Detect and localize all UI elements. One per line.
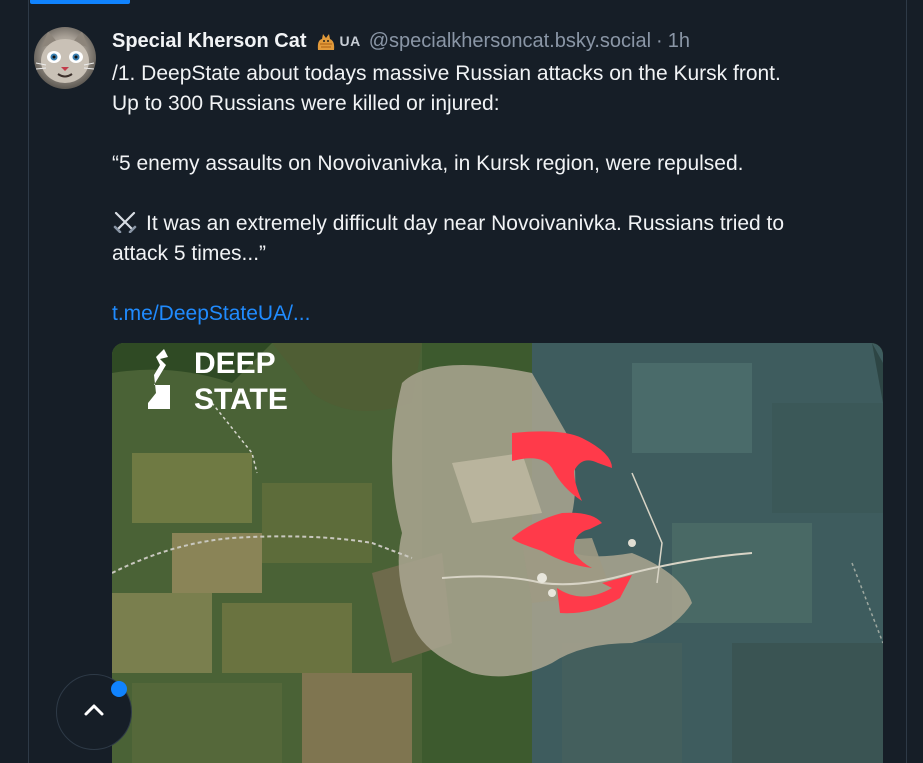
author-handle[interactable]: @specialkhersoncat.bsky.social [369, 30, 651, 53]
logo-text-deep: DEEP [194, 347, 276, 380]
feed-left-border [28, 0, 29, 763]
country-badge: UA [339, 33, 361, 49]
logo-text-state: STATE [194, 383, 288, 416]
post-time[interactable]: 1h [668, 30, 690, 53]
chevron-up-icon [81, 697, 107, 728]
author-name[interactable]: Special Kherson Cat [112, 30, 307, 53]
cat-avatar-image [35, 31, 95, 83]
post-line-last: attack 5 times...” [112, 242, 267, 265]
feed-page: Special Kherson Cat UA @specialkhersonca… [0, 0, 923, 763]
author-avatar[interactable] [34, 27, 96, 89]
post-image-map[interactable]: DEEP STATE [112, 343, 883, 763]
post-emoji-line-text: It was an extremely difficult day near N… [146, 212, 785, 235]
meta-separator: · [656, 29, 663, 52]
cat-emoji-icon [315, 30, 337, 52]
post-emoji-line: It was an extremely difficult day near N… [112, 209, 892, 239]
post-header: Special Kherson Cat UA @specialkhersonca… [112, 27, 690, 55]
post-line-2: Up to 300 Russians were killed or injure… [112, 92, 500, 115]
new-posts-dot [111, 681, 127, 697]
crossed-swords-icon [112, 211, 138, 234]
active-tab-indicator [30, 0, 130, 4]
feed-right-border [906, 0, 907, 763]
post-quote-line: “5 enemy assaults on Novoivanivka, in Ku… [112, 152, 744, 175]
post-link[interactable]: t.me/DeepStateUA/... [112, 302, 310, 325]
post-line-1: /1. DeepState about todays massive Russi… [112, 62, 781, 85]
post-body: /1. DeepState about todays massive Russi… [112, 59, 892, 329]
map-image-graphic: DEEP STATE [112, 343, 883, 763]
